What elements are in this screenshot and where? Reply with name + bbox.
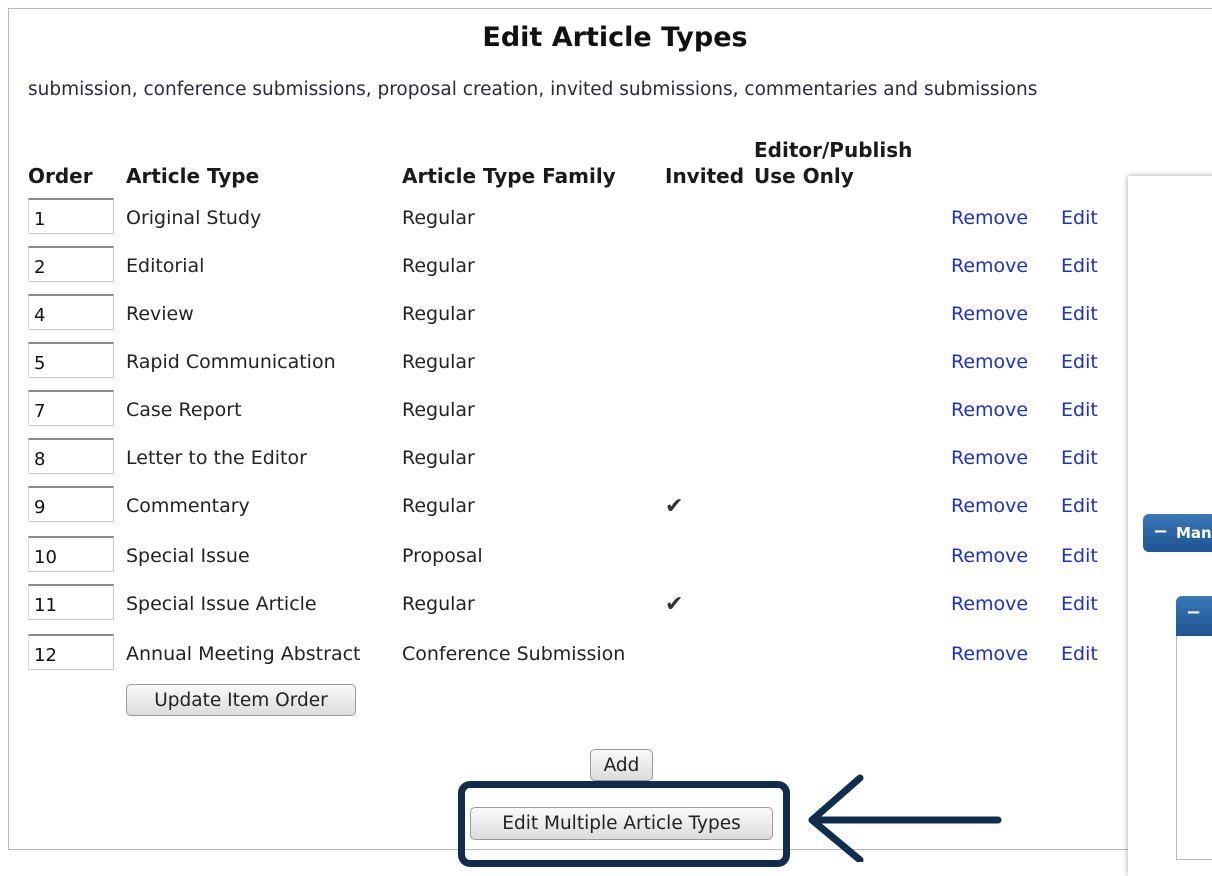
article-type-family: Regular	[402, 399, 475, 421]
table-row: Editorial Regular Remove Edit	[0, 246, 1120, 286]
order-input[interactable]	[28, 634, 114, 670]
remove-link[interactable]: Remove	[951, 351, 1028, 373]
article-type-family: Regular	[402, 447, 475, 469]
side-panel-header[interactable]: − Man	[1143, 514, 1212, 552]
table-row: Special Issue Article Regular ✔ Remove E…	[0, 584, 1120, 624]
header-editor-publish: Editor/Publish	[754, 138, 913, 162]
side-subpanel-header[interactable]: −	[1176, 596, 1212, 636]
remove-link[interactable]: Remove	[951, 593, 1028, 615]
edit-link[interactable]: Edit	[1061, 207, 1098, 229]
header-article-type-family: Article Type Family	[402, 164, 616, 188]
edit-link[interactable]: Edit	[1061, 303, 1098, 325]
collapse-icon[interactable]: −	[1186, 602, 1201, 623]
order-input[interactable]	[28, 342, 114, 378]
edit-link[interactable]: Edit	[1061, 255, 1098, 277]
remove-link[interactable]: Remove	[951, 643, 1028, 665]
order-input[interactable]	[28, 438, 114, 474]
article-type-name: Editorial	[126, 255, 205, 277]
remove-link[interactable]: Remove	[951, 495, 1028, 517]
header-invited: Invited	[665, 164, 745, 188]
table-row: Special Issue Proposal Remove Edit	[0, 536, 1120, 576]
order-input[interactable]	[28, 584, 114, 620]
edit-link[interactable]: Edit	[1061, 447, 1098, 469]
order-input[interactable]	[28, 294, 114, 330]
article-type-name: Review	[126, 303, 194, 325]
article-type-family: Regular	[402, 303, 475, 325]
edit-link[interactable]: Edit	[1061, 593, 1098, 615]
remove-link[interactable]: Remove	[951, 303, 1028, 325]
article-type-family: Regular	[402, 593, 475, 615]
table-row: Original Study Regular Remove Edit	[0, 198, 1120, 238]
remove-link[interactable]: Remove	[951, 207, 1028, 229]
table-row: Rapid Communication Regular Remove Edit	[0, 342, 1120, 382]
article-type-name: Letter to the Editor	[126, 447, 307, 469]
update-item-order-button[interactable]: Update Item Order	[126, 684, 356, 716]
edit-link[interactable]: Edit	[1061, 495, 1098, 517]
article-type-family: Regular	[402, 255, 475, 277]
remove-link[interactable]: Remove	[951, 447, 1028, 469]
article-type-family: Proposal	[402, 545, 483, 567]
invited-check-icon: ✔	[665, 494, 684, 519]
article-type-name: Special Issue	[126, 545, 250, 567]
order-input[interactable]	[28, 390, 114, 426]
remove-link[interactable]: Remove	[951, 255, 1028, 277]
add-button[interactable]: Add	[590, 749, 653, 781]
article-type-family: Regular	[402, 351, 475, 373]
article-type-name: Commentary	[126, 495, 250, 517]
order-input[interactable]	[28, 536, 114, 572]
article-type-family: Conference Submission	[402, 643, 626, 665]
table-row: Annual Meeting Abstract Conference Submi…	[0, 634, 1120, 674]
header-order: Order	[28, 164, 93, 188]
order-input[interactable]	[28, 246, 114, 282]
order-input[interactable]	[28, 198, 114, 234]
article-type-family: Regular	[402, 207, 475, 229]
edit-link[interactable]: Edit	[1061, 545, 1098, 567]
article-type-name: Annual Meeting Abstract	[126, 643, 361, 665]
left-arrow-icon	[808, 774, 1002, 862]
order-input[interactable]	[28, 486, 114, 522]
table-row: Review Regular Remove Edit	[0, 294, 1120, 334]
edit-link[interactable]: Edit	[1061, 643, 1098, 665]
article-type-name: Special Issue Article	[126, 593, 317, 615]
invited-check-icon: ✔	[665, 592, 684, 617]
highlight-box	[458, 781, 790, 867]
article-type-name: Case Report	[126, 399, 242, 421]
side-panel-title: Man	[1176, 524, 1212, 542]
remove-link[interactable]: Remove	[951, 545, 1028, 567]
remove-link[interactable]: Remove	[951, 399, 1028, 421]
edit-link[interactable]: Edit	[1061, 351, 1098, 373]
page-subtitle: submission, conference submissions, prop…	[28, 79, 1038, 100]
collapse-icon[interactable]: −	[1153, 521, 1168, 542]
edit-link[interactable]: Edit	[1061, 399, 1098, 421]
table-row: Case Report Regular Remove Edit	[0, 390, 1120, 430]
table-row: Letter to the Editor Regular Remove Edit	[0, 438, 1120, 478]
header-use-only: Use Only	[754, 164, 854, 188]
article-type-name: Rapid Communication	[126, 351, 336, 373]
page-title: Edit Article Types	[482, 22, 748, 53]
header-article-type: Article Type	[126, 164, 260, 188]
table-row: Commentary Regular ✔ Remove Edit	[0, 486, 1120, 526]
article-type-family: Regular	[402, 495, 475, 517]
article-type-name: Original Study	[126, 207, 262, 229]
